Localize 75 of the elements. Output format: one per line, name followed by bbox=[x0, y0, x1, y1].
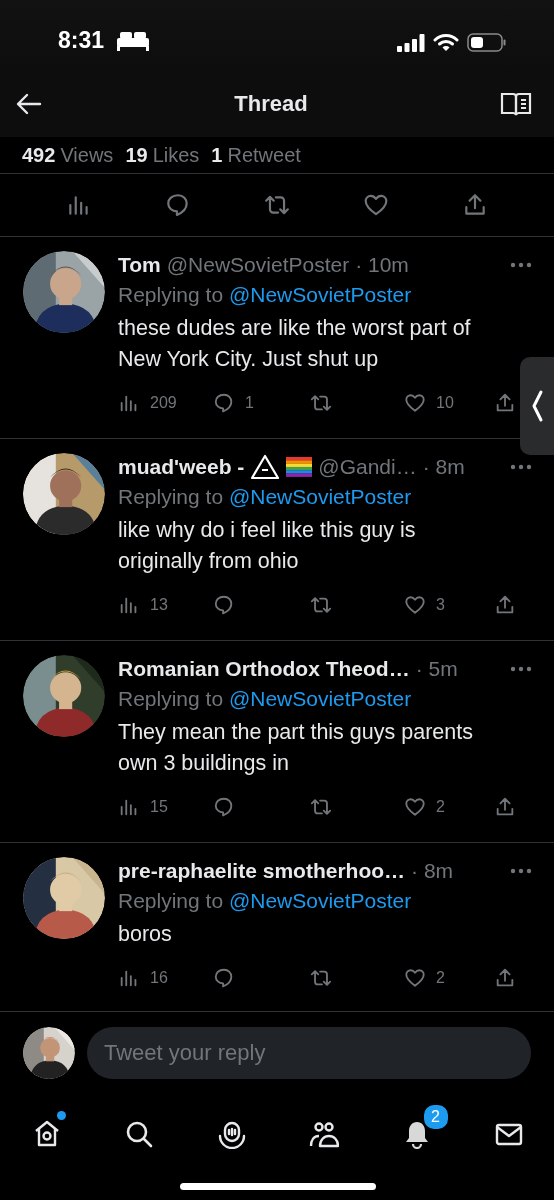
more-icon[interactable] bbox=[510, 262, 532, 268]
triangle-icon bbox=[250, 454, 281, 480]
share-icon[interactable] bbox=[494, 967, 516, 989]
like-count: 3 bbox=[436, 596, 445, 614]
notification-count: 2 bbox=[421, 1103, 450, 1131]
wifi-icon bbox=[433, 33, 459, 52]
more-icon[interactable] bbox=[510, 666, 532, 672]
stat-label: Views bbox=[60, 143, 114, 167]
timestamp: · 8m bbox=[411, 859, 454, 883]
heart-icon[interactable] bbox=[404, 967, 426, 989]
people-icon[interactable] bbox=[309, 1119, 340, 1149]
share-icon[interactable] bbox=[494, 594, 516, 616]
stat-label: Retweet bbox=[227, 143, 301, 167]
view-count: 209 bbox=[150, 394, 177, 412]
retweet-icon[interactable] bbox=[310, 392, 332, 414]
page-title: Thread bbox=[234, 90, 308, 117]
reply-icon[interactable] bbox=[213, 967, 235, 989]
like-count: 2 bbox=[436, 798, 445, 816]
tweet-text: boros bbox=[118, 921, 173, 948]
author-handle[interactable]: @Gandi… bbox=[318, 455, 417, 479]
reply-count: 1 bbox=[245, 394, 254, 412]
stat-count: 492 bbox=[22, 143, 56, 167]
stat-count: 1 bbox=[211, 143, 223, 167]
heart-icon[interactable] bbox=[404, 796, 426, 818]
mention-link[interactable]: @NewSovietPoster bbox=[228, 687, 412, 710]
author-name[interactable]: pre-raphaelite smotherhoo… bbox=[118, 859, 406, 883]
heart-icon[interactable] bbox=[404, 392, 426, 414]
author-name[interactable]: Tom bbox=[118, 253, 161, 277]
timestamp: · 5m bbox=[415, 657, 458, 681]
more-icon[interactable] bbox=[510, 464, 532, 470]
back-arrow-icon[interactable] bbox=[16, 92, 42, 115]
mention-link[interactable]: @NewSovietPoster bbox=[228, 889, 412, 912]
chevron-left-icon bbox=[530, 389, 544, 423]
replying-label: Replying to bbox=[118, 687, 224, 710]
author-name[interactable]: muad'weeb - bbox=[118, 455, 245, 479]
reply-icon[interactable] bbox=[213, 392, 235, 414]
book-icon[interactable] bbox=[500, 90, 532, 117]
microphone-icon[interactable] bbox=[216, 1119, 247, 1149]
clock-time: 8:31 bbox=[58, 27, 105, 54]
view-count: 15 bbox=[150, 798, 168, 816]
reply-field[interactable]: Tweet your reply bbox=[87, 1027, 531, 1079]
replying-label: Replying to bbox=[118, 889, 224, 912]
reply-icon[interactable] bbox=[213, 796, 235, 818]
replying-label: Replying to bbox=[118, 283, 224, 306]
side-panel-tab[interactable] bbox=[520, 357, 554, 455]
stat-count: 19 bbox=[125, 143, 148, 167]
tweet-text: They mean the part this guys parents own 3 buildings in bbox=[118, 719, 474, 777]
search-icon[interactable] bbox=[124, 1119, 155, 1149]
view-count: 13 bbox=[150, 596, 168, 614]
mention-link[interactable]: @NewSovietPoster bbox=[228, 485, 412, 508]
view-count: 16 bbox=[150, 969, 168, 987]
replying-label: Replying to bbox=[118, 485, 224, 508]
author-handle[interactable]: @NewSovietPoster bbox=[166, 253, 350, 277]
signal-icon bbox=[397, 33, 425, 52]
mention-link[interactable]: @NewSovietPoster bbox=[228, 283, 412, 306]
reply-icon[interactable] bbox=[213, 594, 235, 616]
heart-icon[interactable] bbox=[362, 192, 389, 218]
share-icon[interactable] bbox=[494, 796, 516, 818]
more-icon[interactable] bbox=[510, 868, 532, 874]
share-icon[interactable] bbox=[494, 392, 516, 414]
timestamp: · 8m bbox=[422, 455, 465, 479]
like-count: 10 bbox=[436, 394, 454, 412]
bed-icon bbox=[116, 29, 151, 52]
tweet-text: like why do i feel like this guy is originally from ohio bbox=[118, 517, 417, 575]
retweet-icon[interactable] bbox=[310, 796, 332, 818]
retweet-icon[interactable] bbox=[310, 967, 332, 989]
like-count: 2 bbox=[436, 969, 445, 987]
timestamp: · 10m bbox=[355, 253, 409, 277]
tweet-text: these dudes are like the worst part of New York City. Just shut up bbox=[118, 315, 472, 373]
heart-icon[interactable] bbox=[404, 594, 426, 616]
author-name[interactable]: Romanian Orthodox Theod… bbox=[118, 657, 410, 681]
battery-icon bbox=[467, 33, 506, 52]
stat-label: Likes bbox=[152, 143, 200, 167]
rainbow-flag-icon bbox=[286, 457, 313, 477]
retweet-icon[interactable] bbox=[310, 594, 332, 616]
